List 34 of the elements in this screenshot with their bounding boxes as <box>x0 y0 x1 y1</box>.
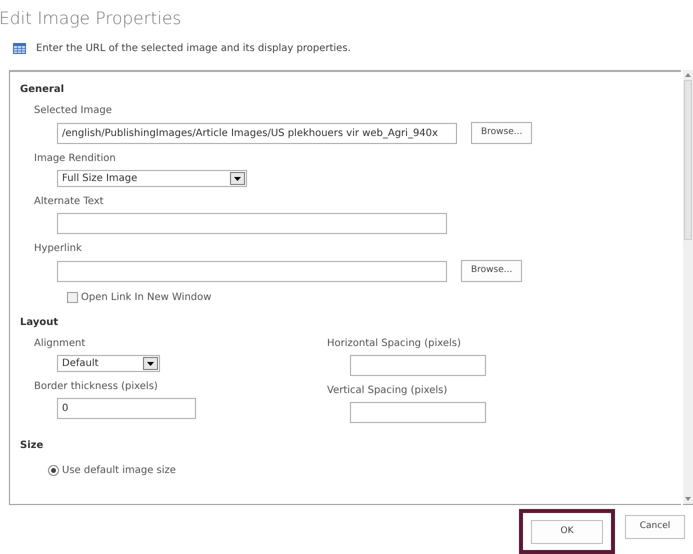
field-label: Border thickness (pixels) <box>34 380 159 394</box>
dropdown[interactable]: Full Size Image <box>57 170 247 187</box>
input-field[interactable]: 0 <box>57 398 196 419</box>
dropdown[interactable]: Default <box>57 355 160 372</box>
scrollbar-thumb[interactable] <box>684 80 692 240</box>
section-heading: General <box>20 83 65 97</box>
table-icon <box>13 42 26 54</box>
field-label: Selected Image <box>34 104 113 118</box>
scroll-down-icon[interactable] <box>685 497 691 501</box>
field-label: Alignment <box>34 337 86 351</box>
cancel-button[interactable]: Cancel <box>625 515 685 539</box>
scroll-up-icon[interactable] <box>685 73 691 77</box>
field-label: Vertical Spacing (pixels) <box>327 384 448 398</box>
input-field[interactable] <box>57 260 447 282</box>
scrollbar[interactable] <box>683 70 693 505</box>
input-field[interactable] <box>57 213 447 234</box>
input-field[interactable] <box>350 355 486 376</box>
dialog-title: Edit Image Properties <box>0 8 182 31</box>
input-field[interactable]: /english/PublishingImages/Article Images/US plekhouers vir web_Agri_940x <box>57 122 457 144</box>
instruction-text: Enter the URL of the selected image and its display properties. <box>36 42 351 56</box>
checkbox-label: Open Link In New Window <box>81 291 212 305</box>
radio-label: Use default image size <box>62 464 176 478</box>
radio-button[interactable] <box>48 465 59 476</box>
checkbox[interactable] <box>67 292 78 303</box>
field-label: Hyperlink <box>34 242 83 256</box>
ok-button[interactable]: OK <box>531 520 603 544</box>
field-label: Alternate Text <box>34 195 105 209</box>
input-field[interactable] <box>350 402 486 423</box>
section-heading: Size <box>20 439 44 453</box>
browse-button[interactable]: Browse... <box>471 122 532 144</box>
section-heading: Layout <box>20 316 60 330</box>
browse-button[interactable]: Browse... <box>461 260 522 282</box>
field-label: Horizontal Spacing (pixels) <box>327 337 462 351</box>
field-label: Image Rendition <box>34 152 117 166</box>
